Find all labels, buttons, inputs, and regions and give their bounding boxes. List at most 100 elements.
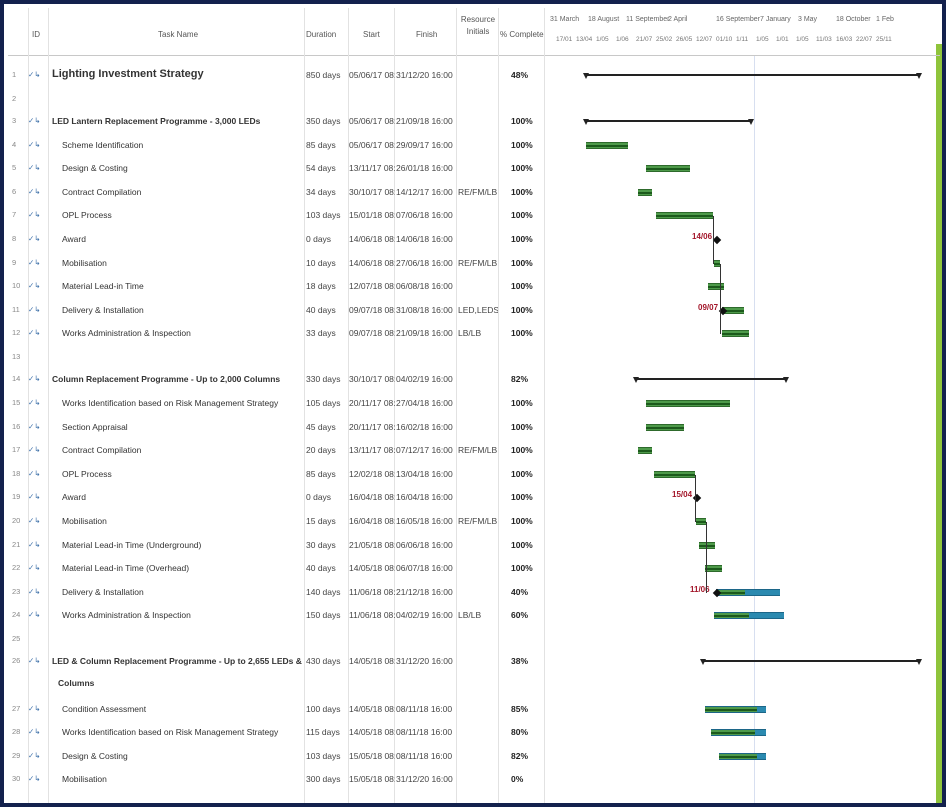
task-bar[interactable] bbox=[708, 283, 724, 291]
task-name[interactable]: Mobilisation bbox=[62, 774, 312, 784]
task-name[interactable]: Design & Costing bbox=[62, 163, 312, 173]
task-bar[interactable] bbox=[646, 423, 684, 431]
task-bar[interactable] bbox=[638, 447, 652, 455]
task-bar[interactable] bbox=[719, 752, 766, 760]
col-header-pred-line1: Resource bbox=[460, 15, 496, 24]
summary-bar[interactable] bbox=[583, 119, 754, 126]
task-bar[interactable] bbox=[646, 400, 730, 408]
task-bar[interactable] bbox=[722, 330, 749, 338]
summary-bar[interactable] bbox=[583, 73, 922, 79]
task-name[interactable]: Material Lead-in Time (Overhead) bbox=[62, 563, 312, 573]
table-row[interactable]: 5 ✓↳ Design & Costing54 days 13/11/17 08:00… bbox=[8, 157, 544, 180]
task-bar[interactable] bbox=[586, 141, 628, 149]
task-bar[interactable] bbox=[654, 470, 695, 478]
row-id: 15 bbox=[12, 398, 21, 408]
task-name[interactable]: Section Appraisal bbox=[62, 422, 312, 432]
row-id: 30 bbox=[12, 774, 21, 784]
milestone-diamond[interactable] bbox=[712, 235, 722, 245]
task-name[interactable]: Award bbox=[62, 492, 312, 502]
table-row[interactable]: 7 ✓↳ OPL Process103 days 15/01/18 08:0007/0… bbox=[8, 204, 544, 227]
task-name[interactable]: Scheme Identification bbox=[62, 140, 312, 150]
task-name[interactable]: LED Lantern Replacement Programme - 3,00… bbox=[52, 116, 302, 126]
row-id: 11 bbox=[12, 304, 20, 314]
table-row[interactable]: 28 ✓↳ Works Identification based on Risk M… bbox=[8, 721, 544, 744]
table-row[interactable]: 18 ✓↳ OPL Process85 days 12/02/18 08:0013/0… bbox=[8, 463, 544, 486]
table-row[interactable]: 6 ✓↳ Contract Compilation 34 days 30/10/17 0… bbox=[8, 181, 544, 204]
table-row[interactable]: 24 ✓↳ Works Administration & Inspection 150… bbox=[8, 604, 544, 627]
table-row[interactable]: 1 ✓↳ Lighting Investment Strategy 850 days 0… bbox=[8, 64, 544, 87]
task-name[interactable]: Column Replacement Programme - Up to 2,0… bbox=[52, 374, 302, 384]
table-row[interactable]: 14 ✓↳ Column Replacement Programme - Up to… bbox=[8, 368, 544, 391]
table-row[interactable]: 29 ✓↳ Design & Costing103 days 15/05/18 08:… bbox=[8, 745, 544, 768]
task-name[interactable]: Contract Compilation bbox=[62, 187, 312, 197]
task-mode-icon: ✓↳ bbox=[28, 727, 41, 737]
table-row[interactable]: 30 ✓↳ Mobilisation300 days 15/05/18 08:0031… bbox=[8, 768, 544, 791]
task-name[interactable]: Mobilisation bbox=[62, 258, 312, 268]
col-header-finish[interactable]: Finish bbox=[416, 30, 437, 39]
table-row[interactable]: 12 ✓↳ Works Administration & Inspection 33 … bbox=[8, 322, 544, 345]
summary-bar[interactable] bbox=[700, 659, 922, 666]
table-row[interactable]: 25 bbox=[8, 628, 544, 651]
table-row[interactable]: 9 ✓↳ Mobilisation10 days 14/06/18 08:0027/0… bbox=[8, 252, 544, 275]
table-row[interactable]: 4 ✓↳ Scheme Identification 85 days 05/06/17 … bbox=[8, 134, 544, 157]
task-bar[interactable] bbox=[699, 541, 715, 549]
task-bar[interactable] bbox=[711, 729, 766, 737]
task-bar[interactable] bbox=[714, 612, 784, 620]
task-name[interactable]: Works Identification based on Risk Manag… bbox=[62, 398, 312, 408]
task-finish: 31/12/20 16:00 bbox=[396, 774, 453, 785]
task-name[interactable]: Delivery & Installation bbox=[62, 587, 312, 597]
task-progress-line bbox=[699, 544, 715, 547]
task-duration: 10 days bbox=[306, 257, 336, 268]
col-header-start[interactable]: Start bbox=[363, 30, 380, 39]
table-row[interactable]: 22 ✓↳ Material Lead-in Time (Overhead) 40 d… bbox=[8, 557, 544, 580]
table-row[interactable]: 27 ✓↳ Condition Assessment 100 days 14/05/18… bbox=[8, 698, 544, 721]
task-name[interactable]: LED & Column Replacement Programme - Up … bbox=[52, 656, 302, 666]
task-name[interactable]: Delivery & Installation bbox=[62, 305, 312, 315]
table-row[interactable]: 10 ✓↳ Material Lead-in Time 18 days 12/07/18… bbox=[8, 275, 544, 298]
task-name[interactable]: OPL Process bbox=[62, 469, 312, 479]
table-row[interactable]: 8 ✓↳ Award0 days 14/06/18 08:0014/06/18 16:… bbox=[8, 228, 544, 251]
task-name[interactable]: Works Identification based on Risk Manag… bbox=[62, 727, 312, 737]
task-name[interactable]: Material Lead-in Time (Underground) bbox=[62, 540, 312, 550]
task-name[interactable]: Contract Compilation bbox=[62, 445, 312, 455]
task-progress-line bbox=[696, 521, 706, 524]
table-row[interactable]: 21 ✓↳ Material Lead-in Time (Underground) 3… bbox=[8, 534, 544, 557]
task-bar[interactable] bbox=[705, 565, 722, 573]
table-row[interactable]: 26 ✓↳ LED & Column Replacement Programme -… bbox=[8, 650, 544, 688]
task-name[interactable]: Design & Costing bbox=[62, 751, 312, 761]
task-name[interactable]: OPL Process bbox=[62, 210, 312, 220]
table-row[interactable]: 3 ✓↳ LED Lantern Replacement Programme - 3… bbox=[8, 110, 544, 133]
col-header-complete[interactable]: % Complete bbox=[500, 30, 544, 39]
task-bar[interactable] bbox=[656, 212, 713, 220]
task-bar[interactable] bbox=[696, 518, 706, 526]
table-row[interactable]: 23 ✓↳ Delivery & Installation 140 days 11/06… bbox=[8, 581, 544, 604]
task-finish: 07/06/18 16:00 bbox=[396, 210, 453, 221]
table-row[interactable]: 19 ✓↳ Award0 days 16/04/18 08:0016/04/18 16… bbox=[8, 486, 544, 509]
task-bar[interactable] bbox=[638, 188, 652, 196]
task-mode-icon: ✓↳ bbox=[28, 750, 41, 760]
summary-bar[interactable] bbox=[633, 377, 789, 384]
table-row[interactable]: 11 ✓↳ Delivery & Installation 40 days 09/07/… bbox=[8, 299, 544, 322]
task-name[interactable]: Award bbox=[62, 234, 312, 244]
table-row[interactable]: 17 ✓↳ Contract Compilation 20 days 13/11/17 … bbox=[8, 439, 544, 462]
table-row[interactable]: 15 ✓↳ Works Identification based on Risk M… bbox=[8, 392, 544, 415]
task-name[interactable]: Condition Assessment bbox=[62, 704, 312, 714]
table-row[interactable]: 16 ✓↳ Section Appraisal45 days 20/11/17 08:… bbox=[8, 416, 544, 439]
task-start: 16/04/18 08:00 bbox=[349, 492, 395, 503]
task-name[interactable]: Material Lead-in Time bbox=[62, 281, 312, 291]
task-name[interactable]: Works Administration & Inspection bbox=[62, 610, 312, 620]
task-name[interactable]: Works Administration & Inspection bbox=[62, 328, 312, 338]
table-row[interactable]: 20 ✓↳ Mobilisation15 days 16/04/18 08:0016/… bbox=[8, 510, 544, 533]
task-name[interactable]: Mobilisation bbox=[62, 516, 312, 526]
table-row[interactable]: 2 bbox=[8, 88, 544, 111]
col-header-predecessors[interactable]: Resource Initials bbox=[458, 14, 498, 38]
table-row[interactable]: 13 bbox=[8, 346, 544, 369]
task-bar[interactable] bbox=[705, 705, 766, 713]
task-mode-icon: ✓↳ bbox=[28, 610, 41, 620]
task-name[interactable]: Lighting Investment Strategy bbox=[52, 68, 302, 80]
task-bar[interactable] bbox=[646, 165, 690, 173]
col-header-task-name[interactable]: Task Name bbox=[158, 30, 198, 39]
col-header-duration[interactable]: Duration bbox=[306, 30, 336, 39]
task-bar[interactable] bbox=[716, 588, 780, 596]
col-header-id[interactable]: ID bbox=[32, 30, 40, 39]
